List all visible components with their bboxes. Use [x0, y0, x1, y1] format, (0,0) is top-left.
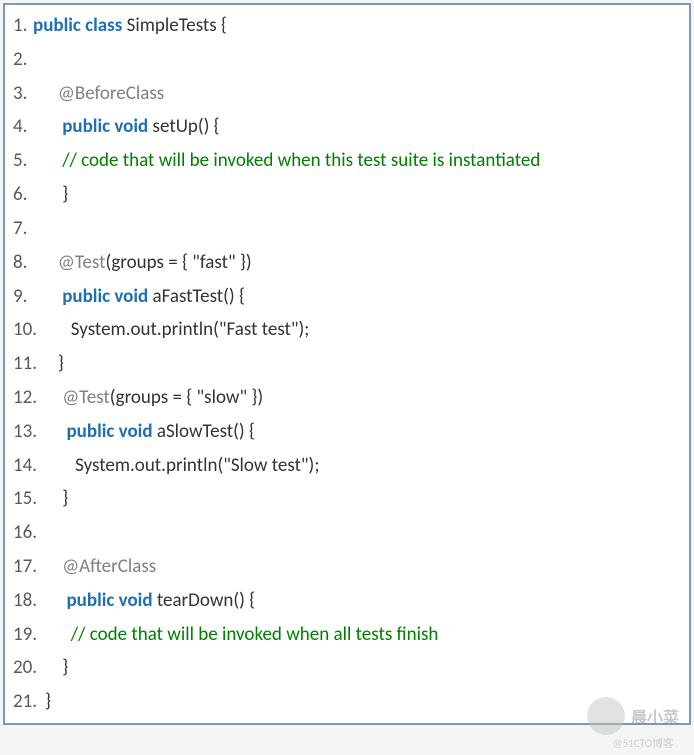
line-number: 11. [13, 347, 45, 381]
line-number: 4. [13, 110, 45, 144]
code-line: 18. public void tearDown() { [13, 584, 681, 618]
code-token-kw: public void [66, 589, 152, 612]
code-token-plain: setUp() { [148, 115, 219, 138]
watermark-subtext: @51CTO博客 [613, 735, 674, 751]
code-token-plain: } [62, 656, 68, 679]
line-content: System.out.println("Slow test"); [45, 449, 319, 483]
code-line: 3. @BeforeClass [13, 77, 681, 111]
code-line: 1.public class SimpleTests { [13, 9, 681, 43]
line-content: public class SimpleTests { [33, 9, 227, 43]
code-token-comment: // code that will be invoked when this t… [62, 149, 540, 172]
watermark: 晨小菜 [587, 697, 679, 735]
line-number: 18. [13, 584, 45, 618]
code-line: 8. @Test(groups = { "fast" }) [13, 246, 681, 280]
code-line: 13. public void aSlowTest() { [13, 415, 681, 449]
line-content: @Test(groups = { "slow" }) [45, 381, 263, 415]
code-token-cls: SimpleTests { [127, 14, 227, 37]
code-token-plain: System.out.println("Fast test"); [71, 318, 310, 341]
line-content: public void tearDown() { [45, 584, 255, 618]
watermark-avatar-icon [587, 697, 625, 735]
code-token-plain: aSlowTest() { [153, 420, 255, 443]
code-line: 6. } [13, 178, 681, 212]
code-token-kw: public void [62, 115, 148, 138]
code-token-kw: public void [66, 420, 152, 443]
line-content: @Test(groups = { "fast" }) [45, 246, 252, 280]
line-number: 21. [13, 685, 45, 719]
line-number: 5. [13, 144, 45, 178]
line-number: 20. [13, 651, 45, 685]
line-number: 19. [13, 618, 45, 652]
code-line: 21.} [13, 685, 681, 719]
code-token-plain: } [62, 487, 68, 510]
code-line: 4. public void setUp() { [13, 110, 681, 144]
line-content: } [45, 482, 68, 516]
code-token-ann: @Test [58, 251, 106, 274]
code-token-ann: @Test [62, 386, 110, 409]
line-number: 6. [13, 178, 45, 212]
code-token-ann: @AfterClass [62, 555, 156, 578]
code-token-ann: @BeforeClass [58, 82, 164, 105]
line-number: 2. [13, 43, 45, 77]
line-content: public void setUp() { [45, 110, 220, 144]
line-content: System.out.println("Fast test"); [45, 313, 309, 347]
code-token-kw: public void [62, 285, 148, 308]
line-number: 9. [13, 280, 45, 314]
line-content: } [45, 347, 64, 381]
code-line: 14. System.out.println("Slow test"); [13, 449, 681, 483]
code-token-plain: System.out.println("Slow test"); [75, 454, 319, 477]
line-content: // code that will be invoked when this t… [45, 144, 540, 178]
code-token-plain: } [62, 183, 68, 206]
line-content: @AfterClass [45, 550, 156, 584]
code-line: 2. [13, 43, 681, 77]
code-line: 15. } [13, 482, 681, 516]
line-number: 10. [13, 313, 45, 347]
line-number: 7. [13, 212, 45, 246]
code-token-plain: (groups = { "slow" }) [110, 386, 263, 409]
code-line: 11. } [13, 347, 681, 381]
line-content: public void aFastTest() { [45, 280, 245, 314]
line-content: } [45, 651, 68, 685]
line-number: 17. [13, 550, 45, 584]
line-number: 8. [13, 246, 45, 280]
code-line: 9. public void aFastTest() { [13, 280, 681, 314]
code-line: 5. // code that will be invoked when thi… [13, 144, 681, 178]
code-token-plain: (groups = { "fast" }) [105, 251, 251, 274]
code-line: 20. } [13, 651, 681, 685]
line-number: 1. [13, 9, 33, 43]
watermark-text: 晨小菜 [631, 704, 679, 728]
line-number: 12. [13, 381, 45, 415]
code-line: 10. System.out.println("Fast test"); [13, 313, 681, 347]
code-token-plain: } [58, 352, 64, 375]
code-token-kw: public class [33, 14, 122, 37]
code-token-plain: tearDown() { [153, 589, 256, 612]
line-number: 14. [13, 449, 45, 483]
line-content: // code that will be invoked when all te… [45, 618, 438, 652]
code-block: 1.public class SimpleTests {2.3. @Before… [3, 3, 691, 725]
code-line: 16. [13, 516, 681, 550]
line-number: 13. [13, 415, 45, 449]
line-number: 3. [13, 77, 45, 111]
code-line: 19. // code that will be invoked when al… [13, 618, 681, 652]
code-line: 12. @Test(groups = { "slow" }) [13, 381, 681, 415]
code-token-plain: aFastTest() { [148, 285, 245, 308]
code-line: 17. @AfterClass [13, 550, 681, 584]
code-token-plain: } [45, 690, 51, 713]
line-content: public void aSlowTest() { [45, 415, 255, 449]
code-token-comment: // code that will be invoked when all te… [71, 623, 439, 646]
line-content: } [45, 178, 68, 212]
line-content: } [45, 685, 51, 719]
code-line: 7. [13, 212, 681, 246]
line-content: @BeforeClass [45, 77, 164, 111]
line-number: 15. [13, 482, 45, 516]
line-number: 16. [13, 516, 45, 550]
